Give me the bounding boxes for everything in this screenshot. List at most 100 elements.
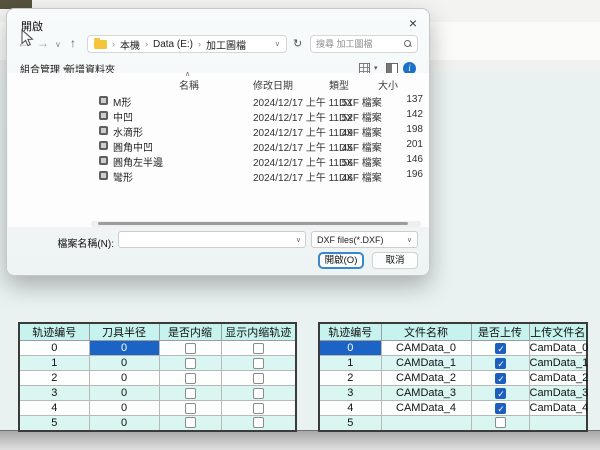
file-name-cell[interactable]: CAMData_4 (381, 401, 471, 416)
show-shrink-checkbox[interactable] (253, 358, 264, 369)
upload-checkbox[interactable] (495, 417, 506, 428)
folder-icon (94, 40, 107, 49)
tool-radius-cell[interactable]: 0 (89, 371, 159, 386)
col-file-name[interactable]: 文件名称 (381, 323, 471, 341)
track-id-cell[interactable]: 2 (19, 371, 89, 386)
upload-name-cell[interactable]: CamData_4 (529, 401, 587, 416)
shrink-checkbox[interactable] (185, 358, 196, 369)
col-upload[interactable]: 是否上传 (471, 323, 529, 341)
upload-cell (471, 371, 529, 386)
file-size: 137 (406, 94, 423, 105)
file-name-cell[interactable]: CAMData_3 (381, 386, 471, 401)
file-list: M形 2024/12/17 上午 11:51 DXF 檔案 137 中凹 202… (93, 93, 427, 183)
track-id-cell[interactable]: 3 (19, 386, 89, 401)
column-header-type[interactable]: 類型 (329, 77, 349, 92)
upload-name-cell[interactable]: CamData_3 (529, 386, 587, 401)
breadcrumb-item-drive[interactable]: Data (E:) (153, 39, 193, 50)
filename-input[interactable] (123, 234, 293, 245)
tool-radius-cell[interactable]: 0 (89, 386, 159, 401)
file-name-cell[interactable] (381, 416, 471, 431)
horizontal-scrollbar[interactable] (91, 221, 421, 227)
tool-radius-cell[interactable]: 0 (89, 341, 159, 356)
table-row: 4 0 (19, 401, 296, 416)
search-box[interactable] (310, 35, 418, 53)
shrink-cell (159, 356, 221, 371)
file-row[interactable]: 水滴形 2024/12/17 上午 11:49 DXF 檔案 198 (93, 123, 427, 138)
shrink-checkbox[interactable] (185, 343, 196, 354)
upload-checkbox[interactable] (495, 343, 506, 354)
up-icon[interactable]: ↑ (70, 36, 76, 50)
upload-cell (471, 386, 529, 401)
filename-dropdown-icon[interactable]: ∨ (296, 236, 301, 244)
table-row: 2 CAMData_2 CamData_2 (319, 371, 587, 386)
upload-name-cell[interactable] (529, 416, 587, 431)
file-row[interactable]: 中凹 2024/12/17 上午 11:52 DXF 檔案 142 (93, 108, 427, 123)
col-track-id[interactable]: 轨迹编号 (19, 323, 89, 341)
recent-locations-chevron-icon[interactable]: ∨ (55, 40, 61, 49)
track-id-cell[interactable]: 1 (19, 356, 89, 371)
track-id-cell[interactable]: 0 (319, 341, 381, 356)
show-shrink-checkbox[interactable] (253, 388, 264, 399)
file-name-cell[interactable]: CAMData_1 (381, 356, 471, 371)
track-id-cell[interactable]: 5 (319, 416, 381, 431)
tool-radius-cell[interactable]: 0 (89, 401, 159, 416)
upload-checkbox[interactable] (495, 358, 506, 369)
file-row[interactable]: 彎形 2024/12/17 上午 11:46 DXF 檔案 196 (93, 168, 427, 183)
cancel-button[interactable]: 取消 (372, 252, 418, 269)
file-date: 2024/12/17 上午 11:49 (253, 124, 353, 139)
forward-icon[interactable]: → (37, 36, 49, 50)
col-track-id[interactable]: 轨迹编号 (319, 323, 381, 341)
column-header-size[interactable]: 大小 (378, 77, 398, 92)
show-shrink-checkbox[interactable] (253, 417, 264, 428)
view-mode-caret-icon[interactable]: ▾ (374, 64, 378, 72)
tool-radius-cell[interactable]: 0 (89, 416, 159, 431)
close-icon[interactable]: × (409, 15, 417, 31)
track-id-cell[interactable]: 2 (319, 371, 381, 386)
file-name-cell[interactable]: CAMData_2 (381, 371, 471, 386)
breadcrumb-item-folder[interactable]: 加工圖檔 (206, 37, 246, 52)
shrink-checkbox[interactable] (185, 388, 196, 399)
file-name-cell[interactable]: CAMData_0 (381, 341, 471, 356)
col-upload-name[interactable]: 上传文件名 (529, 323, 587, 341)
show-shrink-cell (221, 386, 296, 401)
file-row[interactable]: 圓角中凹 2024/12/17 上午 11:45 DXF 檔案 201 (93, 138, 427, 153)
track-id-cell[interactable]: 5 (19, 416, 89, 431)
track-id-cell[interactable]: 0 (19, 341, 89, 356)
refresh-icon[interactable]: ↻ (293, 37, 302, 50)
file-row[interactable]: M形 2024/12/17 上午 11:51 DXF 檔案 137 (93, 93, 427, 108)
track-id-cell[interactable]: 4 (19, 401, 89, 416)
col-shrink[interactable]: 是否内缩 (159, 323, 221, 341)
track-id-cell[interactable]: 4 (319, 401, 381, 416)
scrollbar-thumb[interactable] (98, 222, 408, 225)
shrink-checkbox[interactable] (185, 373, 196, 384)
col-show-shrink[interactable]: 显示内缩轨迹 (221, 323, 296, 341)
upload-name-cell[interactable]: CamData_0 (529, 341, 587, 356)
breadcrumb[interactable]: › 本機 › Data (E:) › 加工圖檔 ∨ (87, 35, 287, 53)
show-shrink-checkbox[interactable] (253, 403, 264, 414)
open-button[interactable]: 開啟(O) (318, 252, 364, 269)
show-shrink-checkbox[interactable] (253, 343, 264, 354)
upload-checkbox[interactable] (495, 403, 506, 414)
upload-name-cell[interactable]: CamData_1 (529, 356, 587, 371)
track-id-cell[interactable]: 1 (319, 356, 381, 371)
file-row[interactable]: 圓角左半邊 2024/12/17 上午 11:56 DXF 檔案 146 (93, 153, 427, 168)
table-row: 1 CAMData_1 CamData_1 (319, 356, 587, 371)
show-shrink-checkbox[interactable] (253, 373, 264, 384)
filename-combo[interactable]: ∨ (118, 231, 306, 248)
search-input[interactable] (316, 39, 404, 49)
address-dropdown-icon[interactable]: ∨ (275, 40, 280, 48)
track-id-cell[interactable]: 3 (319, 386, 381, 401)
shrink-cell (159, 416, 221, 431)
file-date: 2024/12/17 上午 11:51 (253, 94, 353, 109)
file-type-filter[interactable]: DXF files(*.DXF) ∨ (311, 231, 418, 248)
shrink-checkbox[interactable] (185, 403, 196, 414)
shrink-checkbox[interactable] (185, 417, 196, 428)
upload-checkbox[interactable] (495, 373, 506, 384)
upload-checkbox[interactable] (495, 388, 506, 399)
upload-name-cell[interactable]: CamData_2 (529, 371, 587, 386)
tool-radius-cell[interactable]: 0 (89, 356, 159, 371)
column-header-date[interactable]: 修改日期 (253, 77, 293, 92)
column-header-name[interactable]: 名稱 (179, 77, 199, 92)
breadcrumb-item-this-pc[interactable]: 本機 (120, 37, 140, 52)
col-tool-radius[interactable]: 刀具半径 (89, 323, 159, 341)
